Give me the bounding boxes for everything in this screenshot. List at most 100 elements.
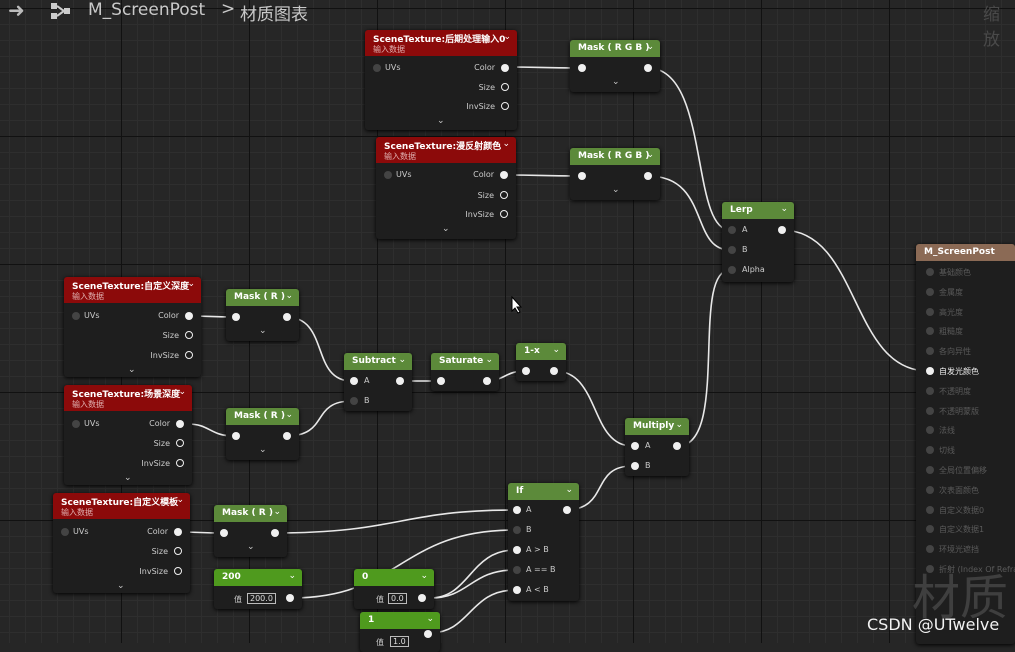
scene-texture-scene-depth-node[interactable]: SceneTexture:场景深度 输入数据 ⌄ UVs Color Size … (64, 385, 192, 485)
chevron-down-icon[interactable]: ⌄ (646, 150, 654, 160)
chevron-down-icon[interactable]: ⌄ (285, 291, 293, 301)
node-header[interactable]: 1 ⌄ (360, 612, 440, 629)
chevron-down-icon[interactable]: ⌄ (646, 42, 654, 52)
scene-texture-post-node[interactable]: SceneTexture:后期处理输入0 输入数据 ⌄ UVs Color Si… (365, 30, 517, 130)
if-node[interactable]: If ⌄ A B A > B A == B A < B (508, 483, 579, 601)
value-field[interactable]: 1.0 (390, 636, 409, 647)
color-pin[interactable] (176, 420, 184, 428)
result-input-pin[interactable] (926, 406, 934, 415)
node-header[interactable]: If ⌄ (508, 483, 579, 500)
input-pin[interactable] (578, 172, 586, 180)
expand-chevron-icon[interactable]: ⌄ (612, 77, 620, 87)
invsize-pin[interactable] (501, 102, 509, 110)
output-pin[interactable] (424, 630, 432, 638)
chevron-down-icon[interactable]: ⌄ (288, 571, 296, 581)
input-pin[interactable] (522, 367, 530, 375)
constant-1-node[interactable]: 1 ⌄ 值 1.0 (360, 612, 440, 652)
node-header[interactable]: Saturate ⌄ (431, 353, 499, 370)
output-pin[interactable] (483, 377, 491, 385)
result-input-pin[interactable] (926, 347, 934, 356)
mask-rgb-node-2[interactable]: Mask ( R G B ) ⌄ ⌄ (570, 148, 660, 200)
uvs-pin[interactable] (384, 171, 392, 179)
input-pin[interactable] (232, 432, 240, 440)
alb-pin[interactable] (513, 586, 521, 594)
uvs-pin[interactable] (61, 528, 69, 536)
output-pin[interactable] (778, 226, 786, 234)
invsize-pin[interactable] (500, 210, 508, 218)
output-pin[interactable] (550, 367, 558, 375)
chevron-down-icon[interactable]: ⌄ (398, 355, 406, 365)
result-input-pin[interactable] (926, 545, 934, 554)
value-field[interactable]: 0.0 (388, 593, 407, 604)
node-header[interactable]: Mask ( R G B ) ⌄ (570, 40, 660, 57)
result-input-pin[interactable] (926, 367, 934, 375)
output-pin[interactable] (673, 442, 681, 450)
subtract-node[interactable]: Subtract ⌄ A B (344, 353, 412, 411)
value-field[interactable]: 200.0 (247, 593, 276, 604)
color-pin[interactable] (501, 64, 509, 72)
node-header[interactable]: Mask ( R ) ⌄ (226, 289, 299, 306)
size-pin[interactable] (185, 331, 193, 339)
result-input-pin[interactable] (926, 485, 934, 494)
chevron-down-icon[interactable]: ⌄ (565, 485, 573, 495)
breadcrumb-asset[interactable]: M_ScreenPost (88, 0, 205, 20)
saturate-node[interactable]: Saturate ⌄ (431, 353, 499, 391)
input-pin[interactable] (220, 529, 228, 537)
node-header[interactable]: Lerp ⌄ (722, 202, 794, 219)
a-pin[interactable] (728, 226, 736, 234)
result-input-pin[interactable] (926, 466, 934, 474)
scene-texture-diffuse-node[interactable]: SceneTexture:漫反射颜色 输入数据 ⌄ UVs Color Size… (376, 137, 516, 239)
result-input-pin[interactable] (926, 307, 934, 316)
color-pin[interactable] (500, 171, 508, 179)
a-pin[interactable] (631, 442, 639, 450)
expand-chevron-icon[interactable]: ⌄ (247, 542, 255, 552)
expand-chevron-icon[interactable]: ⌄ (128, 365, 136, 375)
node-header[interactable]: 200 ⌄ (214, 569, 302, 586)
expand-chevron-icon[interactable]: ⌄ (124, 473, 132, 483)
color-pin[interactable] (185, 312, 193, 320)
chevron-down-icon[interactable]: ⌄ (176, 495, 184, 505)
output-pin[interactable] (396, 377, 404, 385)
result-input-pin[interactable] (926, 426, 934, 435)
uvs-pin[interactable] (72, 420, 80, 428)
mask-r-depth-node[interactable]: Mask ( R ) ⌄ ⌄ (226, 289, 299, 341)
chevron-down-icon[interactable]: ⌄ (503, 32, 511, 42)
chevron-down-icon[interactable]: ⌄ (485, 355, 493, 365)
invsize-pin[interactable] (185, 351, 193, 359)
expand-chevron-icon[interactable]: ⌄ (612, 185, 620, 195)
size-pin[interactable] (174, 547, 182, 555)
chevron-down-icon[interactable]: ⌄ (285, 410, 293, 420)
constant-200-node[interactable]: 200 ⌄ 值 200.0 (214, 569, 302, 609)
mask-r-scene-node[interactable]: Mask ( R ) ⌄ ⌄ (226, 408, 299, 460)
alpha-pin[interactable] (728, 266, 736, 274)
node-header[interactable]: SceneTexture:后期处理输入0 输入数据 ⌄ (365, 30, 517, 56)
expand-chevron-icon[interactable]: ⌄ (437, 116, 445, 126)
scene-texture-custom-depth-node[interactable]: SceneTexture:自定义深度 输入数据 ⌄ UVs Color Size… (64, 277, 201, 377)
size-pin[interactable] (176, 439, 184, 447)
one-minus-node[interactable]: 1-x ⌄ (516, 343, 566, 381)
chevron-down-icon[interactable]: ⌄ (187, 279, 195, 289)
scene-texture-custom-stencil-node[interactable]: SceneTexture:自定义模板 输入数据 ⌄ UVs Color Size… (53, 493, 190, 593)
expand-chevron-icon[interactable]: ⌄ (442, 224, 450, 234)
chevron-down-icon[interactable]: ⌄ (273, 507, 281, 517)
output-pin[interactable] (418, 594, 426, 602)
chevron-down-icon[interactable]: ⌄ (502, 139, 510, 149)
result-input-pin[interactable] (926, 446, 934, 455)
b-pin[interactable] (631, 462, 639, 470)
result-input-pin[interactable] (926, 505, 934, 514)
input-pin[interactable] (437, 377, 445, 385)
back-arrow-icon[interactable]: ➜ (8, 0, 25, 22)
agb-pin[interactable] (513, 546, 521, 554)
node-header[interactable]: Mask ( R ) ⌄ (226, 408, 299, 425)
expand-chevron-icon[interactable]: ⌄ (259, 445, 267, 455)
chevron-down-icon[interactable]: ⌄ (780, 204, 788, 214)
output-pin[interactable] (563, 506, 571, 514)
node-header[interactable]: Mask ( R ) ⌄ (214, 505, 287, 522)
b-pin[interactable] (728, 246, 736, 254)
output-pin[interactable] (271, 529, 279, 537)
multiply-node[interactable]: Multiply ⌄ A B (625, 418, 689, 476)
output-pin[interactable] (286, 594, 294, 602)
expand-chevron-icon[interactable]: ⌄ (259, 326, 267, 336)
a-pin[interactable] (513, 506, 521, 514)
output-pin[interactable] (283, 313, 291, 321)
